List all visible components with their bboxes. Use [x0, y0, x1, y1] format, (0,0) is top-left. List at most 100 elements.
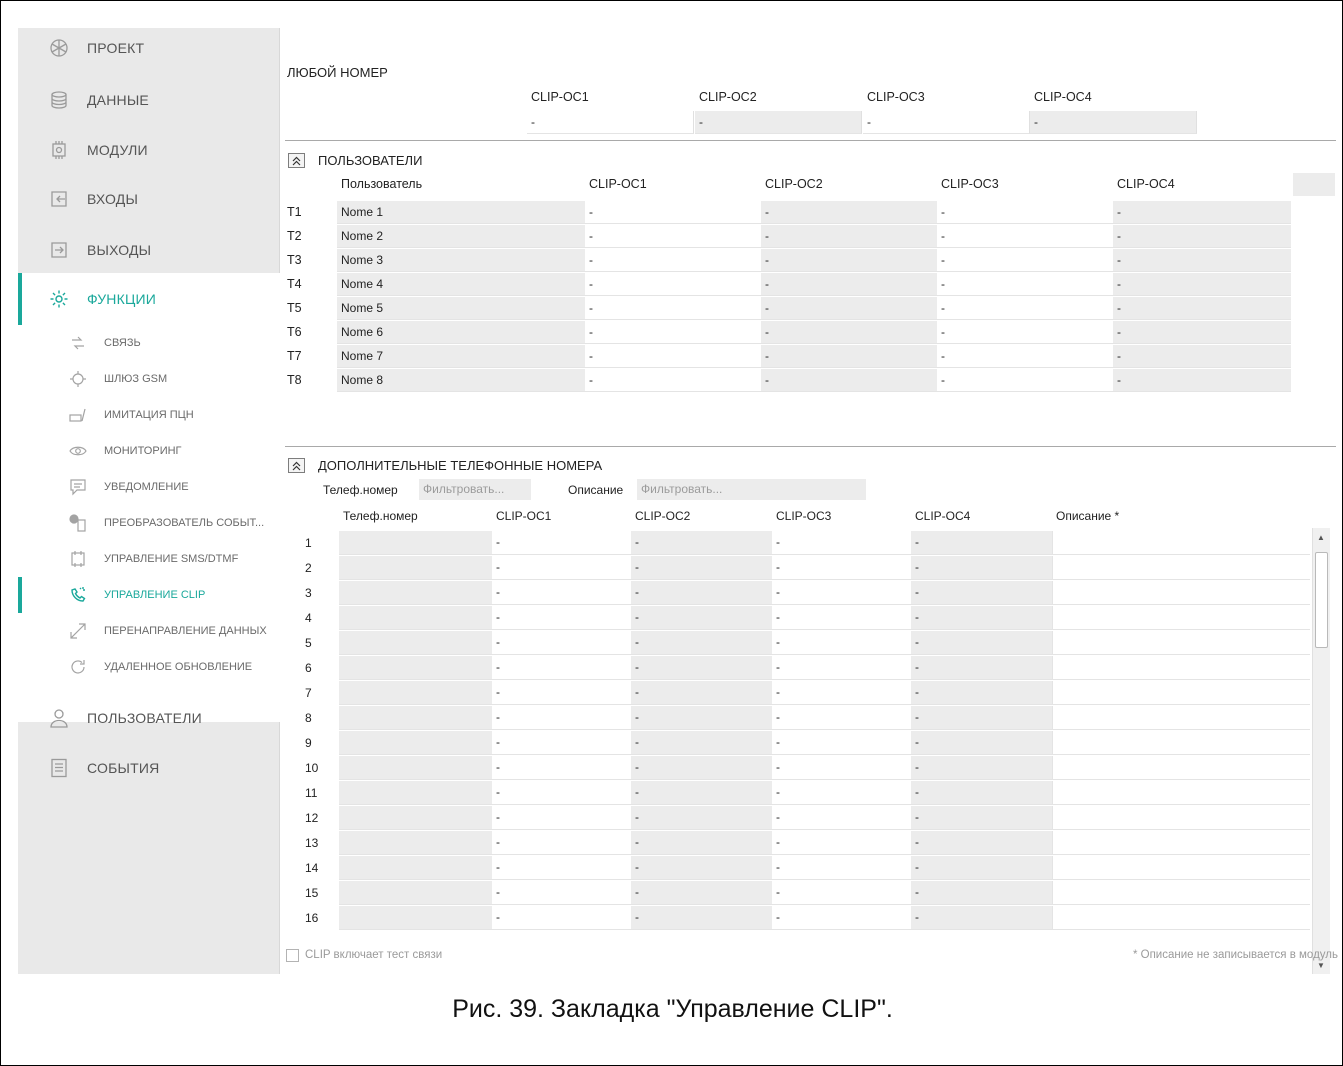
extra-description-cell[interactable]	[1052, 706, 1310, 730]
extra-clip-cell[interactable]: -	[911, 656, 1052, 680]
extra-clip-cell[interactable]: -	[772, 656, 911, 680]
user-clip-cell[interactable]: -	[585, 297, 761, 320]
extra-description-cell[interactable]	[1052, 806, 1310, 830]
user-clip-cell[interactable]: -	[761, 321, 937, 344]
extra-clip-cell[interactable]: -	[631, 806, 772, 830]
extra-phone-cell[interactable]	[339, 531, 492, 555]
extra-clip-cell[interactable]: -	[492, 806, 631, 830]
extra-clip-cell[interactable]: -	[911, 856, 1052, 880]
extra-clip-cell[interactable]: -	[772, 831, 911, 855]
extra-clip-cell[interactable]: -	[772, 631, 911, 655]
extra-clip-cell[interactable]: -	[492, 906, 631, 930]
extra-clip-cell[interactable]: -	[492, 781, 631, 805]
sidebar-item-modules[interactable]: МОДУЛИ	[18, 130, 280, 170]
extra-clip-cell[interactable]: -	[911, 881, 1052, 905]
extra-clip-cell[interactable]: -	[492, 831, 631, 855]
extra-description-cell[interactable]	[1052, 606, 1310, 630]
user-clip-cell[interactable]: -	[761, 201, 937, 224]
extra-description-cell[interactable]	[1052, 581, 1310, 605]
extra-description-cell[interactable]	[1052, 556, 1310, 580]
vertical-scrollbar[interactable]: ▲ ▼	[1312, 528, 1330, 974]
extra-phone-cell[interactable]	[339, 731, 492, 755]
extra-clip-cell[interactable]: -	[911, 806, 1052, 830]
user-clip-cell[interactable]: -	[1113, 201, 1291, 224]
extra-phone-cell[interactable]	[339, 881, 492, 905]
extra-clip-cell[interactable]: -	[631, 856, 772, 880]
sidebar-subitem-data-redirect[interactable]: ПЕРЕНАПРАВЛЕНИЕ ДАННЫХ	[18, 613, 280, 649]
extra-clip-cell[interactable]: -	[492, 756, 631, 780]
extra-clip-cell[interactable]: -	[911, 756, 1052, 780]
extra-clip-cell[interactable]: -	[772, 581, 911, 605]
user-clip-cell[interactable]: -	[1113, 273, 1291, 296]
extra-description-cell[interactable]	[1052, 906, 1310, 930]
user-clip-cell[interactable]: -	[937, 321, 1113, 344]
any-number-cell[interactable]: -	[1030, 111, 1197, 134]
sidebar-subitem-connection[interactable]: СВЯЗЬ	[18, 325, 280, 361]
user-clip-cell[interactable]: -	[1113, 297, 1291, 320]
extra-clip-cell[interactable]: -	[911, 606, 1052, 630]
extra-clip-cell[interactable]: -	[631, 756, 772, 780]
extra-phone-cell[interactable]	[339, 631, 492, 655]
any-number-cell[interactable]: -	[863, 111, 1030, 134]
filter-description-input[interactable]: Фильтровать...	[637, 479, 866, 500]
extra-phone-cell[interactable]	[339, 781, 492, 805]
user-clip-cell[interactable]: -	[1113, 321, 1291, 344]
user-clip-cell[interactable]: -	[585, 345, 761, 368]
sidebar-subitem-notification[interactable]: УВЕДОМЛЕНИЕ	[18, 469, 280, 505]
extra-clip-cell[interactable]: -	[492, 531, 631, 555]
extra-description-cell[interactable]	[1052, 731, 1310, 755]
user-clip-cell[interactable]: -	[585, 201, 761, 224]
user-clip-cell[interactable]: -	[937, 249, 1113, 272]
extra-description-cell[interactable]	[1052, 831, 1310, 855]
extra-clip-cell[interactable]: -	[631, 731, 772, 755]
extra-phone-cell[interactable]	[339, 756, 492, 780]
extra-description-cell[interactable]	[1052, 781, 1310, 805]
extra-description-cell[interactable]	[1052, 881, 1310, 905]
extra-description-cell[interactable]	[1052, 856, 1310, 880]
extra-clip-cell[interactable]: -	[492, 656, 631, 680]
sidebar-subitem-gsm-gateway[interactable]: ШЛЮЗ GSM	[18, 361, 280, 397]
extra-clip-cell[interactable]: -	[492, 581, 631, 605]
user-clip-cell[interactable]: -	[761, 369, 937, 392]
user-name-cell[interactable]: Nome 5	[337, 297, 585, 320]
extra-clip-cell[interactable]: -	[772, 781, 911, 805]
sidebar-subitem-monitoring[interactable]: МОНИТОРИНГ	[18, 433, 280, 469]
extra-clip-cell[interactable]: -	[911, 781, 1052, 805]
user-name-cell[interactable]: Nome 2	[337, 225, 585, 248]
extra-clip-cell[interactable]: -	[631, 781, 772, 805]
extra-clip-cell[interactable]: -	[631, 556, 772, 580]
extra-description-cell[interactable]	[1052, 656, 1310, 680]
user-name-cell[interactable]: Nome 3	[337, 249, 585, 272]
users-collapse-button[interactable]	[288, 153, 305, 168]
extra-clip-cell[interactable]: -	[911, 906, 1052, 930]
any-number-cell[interactable]: -	[695, 111, 862, 134]
extra-clip-cell[interactable]: -	[631, 681, 772, 705]
extra-clip-cell[interactable]: -	[911, 581, 1052, 605]
sidebar-subitem-event-converter[interactable]: ПРЕОБРАЗОВАТЕЛЬ СОБЫТ...	[18, 505, 280, 541]
user-name-cell[interactable]: Nome 7	[337, 345, 585, 368]
extra-description-cell[interactable]	[1052, 531, 1310, 555]
user-clip-cell[interactable]: -	[585, 321, 761, 344]
extra-clip-cell[interactable]: -	[631, 831, 772, 855]
user-clip-cell[interactable]: -	[937, 201, 1113, 224]
extra-clip-cell[interactable]: -	[492, 631, 631, 655]
extra-clip-cell[interactable]: -	[631, 606, 772, 630]
extra-phone-cell[interactable]	[339, 906, 492, 930]
extra-clip-cell[interactable]: -	[631, 906, 772, 930]
extra-clip-cell[interactable]: -	[492, 856, 631, 880]
scrollbar-thumb[interactable]	[1315, 552, 1328, 648]
extra-clip-cell[interactable]: -	[631, 531, 772, 555]
extra-clip-cell[interactable]: -	[772, 556, 911, 580]
extra-phone-cell[interactable]	[339, 606, 492, 630]
user-name-cell[interactable]: Nome 8	[337, 369, 585, 392]
sidebar-subitem-remote-update[interactable]: УДАЛЕННОЕ ОБНОВЛЕНИЕ	[18, 649, 280, 685]
user-clip-cell[interactable]: -	[1113, 225, 1291, 248]
user-clip-cell[interactable]: -	[937, 297, 1113, 320]
extra-clip-cell[interactable]: -	[911, 556, 1052, 580]
extra-clip-cell[interactable]: -	[631, 881, 772, 905]
extra-clip-cell[interactable]: -	[911, 831, 1052, 855]
user-clip-cell[interactable]: -	[937, 345, 1113, 368]
extra-phone-cell[interactable]	[339, 681, 492, 705]
extra-clip-cell[interactable]: -	[772, 756, 911, 780]
sidebar-item-outputs[interactable]: ВЫХОДЫ	[18, 230, 280, 270]
